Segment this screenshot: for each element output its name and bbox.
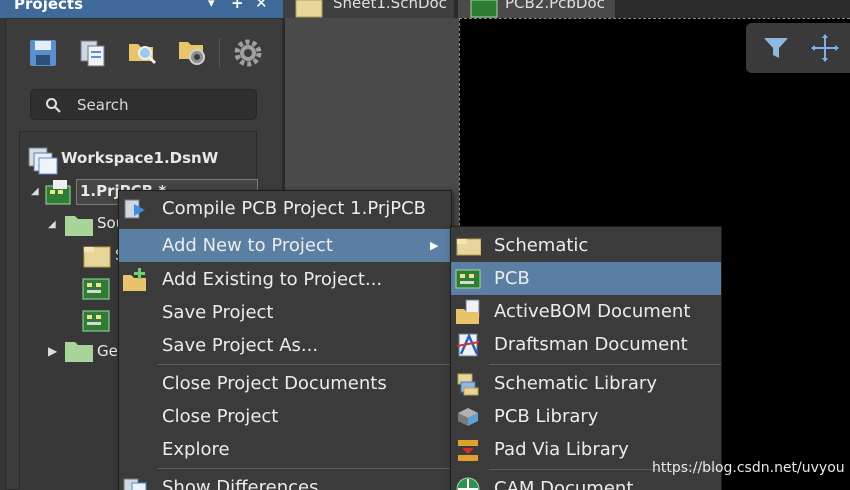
panel-add-icon[interactable]: + <box>231 0 244 12</box>
tab-label: PCB2.PcbDoc <box>505 0 605 12</box>
collapse-arrow-icon[interactable]: ▶ <box>48 344 57 358</box>
menu-item-label: Show Differences <box>162 477 319 490</box>
expand-arrow-icon[interactable]: ◢ <box>31 186 39 197</box>
add-new-submenu: Schematic PCB ActiveBOM Document Draftsm… <box>450 226 722 490</box>
menu-item-save-project-as[interactable]: Save Project As... <box>119 329 451 362</box>
menu-item-label: PCB <box>494 268 530 289</box>
menu-item-label: PCB Library <box>494 406 599 427</box>
menu-item-close-documents[interactable]: Close Project Documents <box>119 367 451 400</box>
menu-item-label: Close Project <box>162 406 279 427</box>
pad-via-library-icon <box>458 440 478 461</box>
menu-item-label: Close Project Documents <box>162 373 387 394</box>
schematic-icon <box>456 238 481 256</box>
search-input[interactable]: Search <box>30 89 257 120</box>
submenu-item-activebom[interactable]: ActiveBOM Document <box>451 295 721 328</box>
menu-item-label: Draftsman Document <box>494 334 688 355</box>
schematic-doc-icon <box>295 0 323 18</box>
show-differences-icon <box>123 478 147 490</box>
open-folder-search-icon[interactable] <box>127 36 157 66</box>
watermark-text: https://blog.csdn.net/uvyou <box>652 460 845 476</box>
menu-item-label: CAM Document <box>494 478 634 490</box>
tree-generated-folder[interactable]: Ge <box>97 342 118 360</box>
submenu-item-draftsman[interactable]: Draftsman Document <box>451 328 721 361</box>
menu-item-label: Add Existing to Project... <box>162 269 383 290</box>
cam-document-icon <box>456 477 480 490</box>
submenu-arrow-icon: ▶ <box>430 239 439 252</box>
menu-separator <box>157 468 451 469</box>
project-pcb-icon <box>45 180 71 205</box>
panel-title: Projects <box>14 0 84 13</box>
panel-menu-dropdown-icon[interactable]: ▾ <box>208 0 215 11</box>
search-placeholder: Search <box>77 96 129 114</box>
menu-item-compile[interactable]: Compile PCB Project 1.PrjPCB <box>119 192 451 225</box>
menu-item-label: Add New to Project <box>162 235 333 256</box>
copy-documents-icon[interactable] <box>78 38 108 68</box>
pcb-doc-icon <box>82 278 110 300</box>
folder-icon <box>65 216 93 236</box>
tab-label: Sheet1.SchDoc <box>333 0 447 12</box>
crosshair-move-icon[interactable] <box>810 33 840 63</box>
submenu-item-pcb-library[interactable]: PCB Library <box>451 400 721 433</box>
tree-workspace[interactable]: Workspace1.DsnW <box>61 149 218 167</box>
menu-item-save-project[interactable]: Save Project <box>119 296 451 329</box>
submenu-item-schematic-library[interactable]: Schematic Library <box>451 367 721 400</box>
draftsman-icon <box>456 332 480 357</box>
project-context-menu: Compile PCB Project 1.PrjPCB Add New to … <box>118 190 452 490</box>
pcb-library-icon <box>458 408 478 426</box>
tab-sheet1[interactable]: Sheet1.SchDoc <box>283 0 454 18</box>
menu-item-close-project[interactable]: Close Project <box>119 400 451 433</box>
compile-icon <box>124 199 145 219</box>
menu-item-label: Pad Via Library <box>494 439 629 460</box>
menu-separator <box>157 364 451 365</box>
search-icon <box>46 98 61 113</box>
pcb-doc-icon <box>82 310 110 332</box>
schematic-doc-icon <box>83 246 111 268</box>
pcb-icon <box>455 269 481 289</box>
tab-pcb2[interactable]: PCB2.PcbDoc <box>458 0 615 18</box>
panel-header: Projects ▾ + ✕ <box>0 0 283 18</box>
menu-item-label: Schematic Library <box>494 373 657 394</box>
gear-icon[interactable] <box>233 38 263 68</box>
folder-icon <box>65 342 93 362</box>
menu-item-label: Save Project <box>162 302 274 323</box>
menu-item-label: Explore <box>162 439 230 460</box>
submenu-item-schematic[interactable]: Schematic <box>451 229 721 262</box>
activebom-icon <box>456 299 480 324</box>
schematic-library-icon <box>457 373 479 396</box>
workspace-icon <box>28 147 58 175</box>
filter-icon[interactable] <box>762 35 790 61</box>
add-existing-icon <box>123 268 146 291</box>
expand-arrow-icon[interactable]: ◢ <box>48 219 56 230</box>
menu-item-label: ActiveBOM Document <box>494 301 691 322</box>
menu-item-show-differences[interactable]: Show Differences <box>119 471 451 490</box>
pcb-doc-icon <box>470 0 498 18</box>
menu-item-add-new[interactable]: Add New to Project ▶ <box>119 229 451 262</box>
menu-item-label: Save Project As... <box>162 335 319 356</box>
menu-item-label: Compile PCB Project 1.PrjPCB <box>162 198 427 219</box>
save-icon[interactable] <box>28 38 58 68</box>
menu-item-add-existing[interactable]: Add Existing to Project... <box>119 263 451 296</box>
pcb-active-bar <box>746 23 850 73</box>
menu-item-explore[interactable]: Explore <box>119 433 451 466</box>
menu-item-label: Schematic <box>494 235 589 256</box>
folder-settings-icon[interactable] <box>177 36 207 66</box>
submenu-item-pcb[interactable]: PCB <box>451 262 721 295</box>
panel-close-icon[interactable]: ✕ <box>255 0 268 12</box>
toolbar-divider <box>219 38 220 68</box>
menu-separator <box>489 364 721 365</box>
